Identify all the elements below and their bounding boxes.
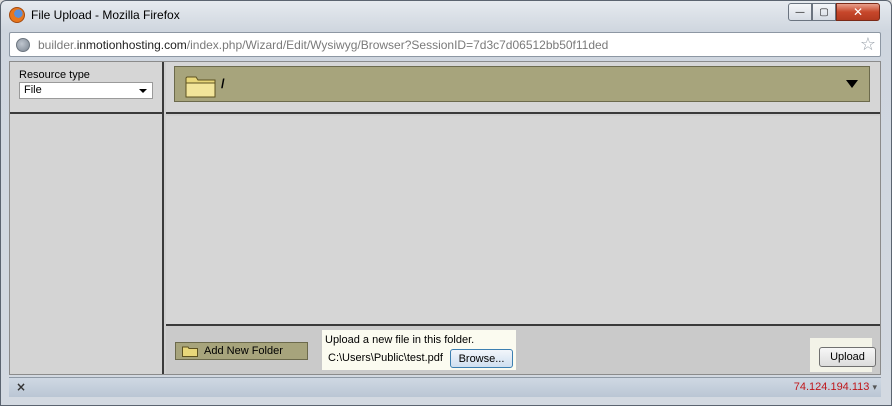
- upload-button-area: Upload: [810, 338, 876, 372]
- globe-icon: [16, 38, 30, 52]
- file-path-field[interactable]: C:\Users\Public\test.pdf: [325, 350, 447, 367]
- resource-type-label: Resource type: [19, 69, 90, 81]
- upload-button[interactable]: Upload: [819, 347, 876, 367]
- star-icon[interactable]: ☆: [860, 34, 876, 55]
- resource-type-select[interactable]: File: [19, 82, 153, 99]
- url-prefix: builder.: [38, 38, 77, 52]
- close-icon[interactable]: ×: [16, 380, 26, 394]
- resource-type-value: File: [24, 84, 42, 96]
- folder-path: /: [221, 76, 225, 91]
- minimize-button[interactable]: —: [788, 3, 812, 21]
- folder-icon: [185, 76, 216, 98]
- titlebar: File Upload - Mozilla Firefox — ▢ ✕: [1, 1, 891, 29]
- firefox-icon: [9, 7, 25, 23]
- add-folder-label: Add New Folder: [204, 345, 283, 357]
- file-list-area: [166, 116, 880, 324]
- window-title: File Upload - Mozilla Firefox: [31, 8, 180, 22]
- upload-panel: Upload a new file in this folder. C:\Use…: [322, 330, 516, 370]
- chevron-down-icon[interactable]: [846, 80, 858, 88]
- file-browser: Resource type File / Add New Folder Uplo…: [9, 61, 881, 375]
- chevron-down-icon: ▾: [872, 382, 877, 392]
- status-bar: × 74.124.194.113 ▾: [9, 377, 881, 397]
- address-bar[interactable]: builder.inmotionhosting.com/index.php/Wi…: [9, 32, 881, 57]
- folder-icon: [182, 346, 198, 357]
- resource-type-panel: Resource type File: [10, 62, 162, 114]
- current-folder-selector[interactable]: /: [174, 66, 870, 102]
- url-text[interactable]: builder.inmotionhosting.com/index.php/Wi…: [38, 38, 608, 52]
- server-ip-value: 74.124.194.113: [793, 381, 870, 393]
- upload-caption: Upload a new file in this folder.: [325, 334, 475, 346]
- server-ip[interactable]: 74.124.194.113 ▾: [794, 381, 877, 393]
- folder-header: /: [166, 62, 880, 114]
- close-window-button[interactable]: ✕: [836, 3, 880, 21]
- chevron-down-icon: [139, 89, 147, 93]
- url-domain: inmotionhosting.com: [76, 38, 187, 52]
- url-path: /index.php/Wizard/Edit/Wysiwyg/Browser?S…: [186, 38, 609, 52]
- sidebar: Resource type File: [10, 62, 164, 374]
- bottom-toolbar: Add New Folder Upload a new file in this…: [166, 324, 880, 374]
- add-new-folder-button[interactable]: Add New Folder: [175, 342, 308, 360]
- maximize-button[interactable]: ▢: [812, 3, 836, 21]
- browse-button[interactable]: Browse...: [450, 349, 513, 368]
- browser-window: File Upload - Mozilla Firefox — ▢ ✕ buil…: [0, 0, 892, 406]
